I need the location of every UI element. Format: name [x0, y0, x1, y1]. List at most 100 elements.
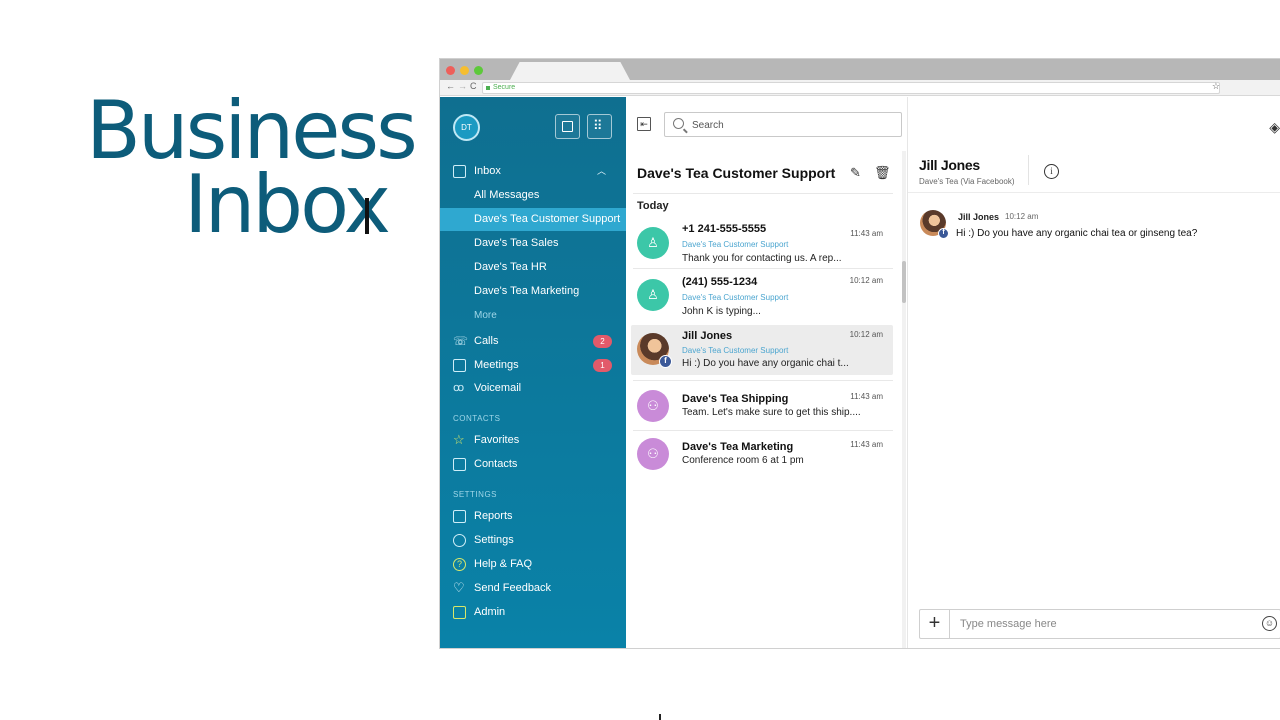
heart-icon: ♡: [453, 580, 465, 595]
sidebar-item-marketing[interactable]: Dave's Tea Marketing: [440, 280, 626, 303]
sidebar-item-admin[interactable]: Admin: [440, 601, 626, 624]
contact-source: Dave's Tea (Via Facebook): [919, 177, 1015, 186]
layers-icon[interactable]: ◈: [1269, 119, 1280, 136]
info-icon[interactable]: i: [1044, 164, 1059, 179]
conversation-item[interactable]: ⚇ Dave's Tea Marketing Conference room 6…: [631, 435, 893, 479]
contact-avatar-photo: f: [637, 333, 672, 368]
conversation-source: Dave's Tea Customer Support: [682, 240, 789, 249]
conversation-detail-pane: ◈ Jill Jones Dave's Tea (Via Facebook) i…: [907, 97, 1280, 648]
reload-icon[interactable]: C: [470, 81, 477, 91]
contacts-icon: [453, 458, 466, 471]
list-title: Dave's Tea Customer Support: [637, 165, 836, 181]
compose-button[interactable]: [555, 114, 580, 139]
sidebar-item-hr[interactable]: Dave's Tea HR: [440, 256, 626, 279]
sidebar-item-label: Send Feedback: [474, 582, 552, 594]
sidebar-item-label: Favorites: [474, 434, 520, 446]
compose-icon: [562, 121, 573, 132]
bookmark-star-icon[interactable]: ☆: [1212, 81, 1220, 92]
conversation-item[interactable]: ⚇ Dave's Tea Shipping Team. Let's make s…: [631, 387, 893, 431]
voicemail-icon: ꝏ: [453, 382, 465, 394]
sidebar-item-customer-support[interactable]: Dave's Tea Customer Support: [440, 208, 626, 231]
sidebar-item-label: All Messages: [474, 189, 540, 201]
forward-icon[interactable]: →: [458, 81, 467, 91]
sidebar-item-label: Contacts: [474, 458, 518, 470]
conversation-item[interactable]: ♙ (241) 555-1234 Dave's Tea Customer Sup…: [631, 271, 893, 321]
contact-avatar: ♙: [637, 227, 669, 259]
message-time: 10:12 am: [1005, 212, 1039, 221]
sidebar-item-feedback[interactable]: ♡ Send Feedback: [440, 577, 626, 600]
row-divider: [633, 430, 893, 431]
conversation-list-pane: ⇤ Dave's Tea Customer Support ✎ 🗑 Today …: [626, 97, 904, 648]
conversation-preview: Thank you for contacting us. A rep...: [682, 253, 842, 264]
browser-tab[interactable]: [510, 62, 630, 80]
header-divider: [1028, 155, 1029, 185]
scrollbar-thumb[interactable]: [902, 261, 906, 303]
lock-icon: [486, 86, 490, 90]
sidebar-item-label: Dave's Tea HR: [474, 261, 547, 273]
sidebar-item-inbox[interactable]: Inbox ︿: [440, 160, 626, 183]
admin-icon: [453, 606, 466, 619]
add-attachment-button[interactable]: +: [920, 610, 950, 638]
sidebar: DT ⠿ Inbox ︿ All Messages Dave's Tea Cus…: [440, 97, 626, 648]
conversation-name: Jill Jones: [682, 330, 733, 342]
search-box[interactable]: [664, 112, 902, 137]
grid-icon: ⠿: [593, 118, 603, 133]
settings-section-header: SETTINGS: [453, 490, 498, 499]
browser-window: ← → C Secure ☆ DT ⠿ Inbox ︿ All Messages…: [440, 59, 1280, 648]
sidebar-item-label: Dave's Tea Marketing: [474, 285, 580, 297]
conversation-item-selected[interactable]: f Jill Jones Dave's Tea Customer Support…: [631, 325, 893, 375]
sidebar-item-contacts[interactable]: Contacts: [440, 453, 626, 476]
address-bar[interactable]: Secure: [482, 82, 1220, 94]
message-avatar: f: [920, 210, 949, 239]
sidebar-item-label: Settings: [474, 534, 514, 546]
conversation-time: 10:12 am: [849, 276, 883, 285]
sidebar-item-voicemail[interactable]: ꝏ Voicemail: [440, 377, 626, 400]
sidebar-item-favorites[interactable]: ☆ Favorites: [440, 429, 626, 452]
sidebar-item-all-messages[interactable]: All Messages: [440, 184, 626, 207]
detail-header-divider: [908, 192, 1280, 193]
facebook-icon: f: [938, 228, 949, 239]
sidebar-item-label: Calls: [474, 335, 499, 347]
help-icon: ?: [453, 558, 466, 571]
browser-toolbar: ← → C Secure ☆: [440, 80, 1280, 96]
sidebar-item-label: Voicemail: [474, 382, 522, 394]
collapse-sidebar-icon[interactable]: ⇤: [637, 117, 651, 131]
group-icon: ⚇: [647, 446, 659, 461]
message-input[interactable]: [960, 616, 1240, 632]
contacts-section-header: CONTACTS: [453, 414, 501, 423]
search-input[interactable]: [692, 117, 892, 133]
emoji-icon[interactable]: ☺: [1262, 616, 1277, 631]
close-window-icon[interactable]: [446, 66, 455, 75]
message-text: Hi :) Do you have any organic chai tea o…: [956, 228, 1198, 239]
conversation-item[interactable]: ♙ +1 241-555-5555 Dave's Tea Customer Su…: [631, 218, 893, 268]
apps-grid-button[interactable]: ⠿: [587, 114, 612, 139]
star-icon: ☆: [453, 432, 465, 447]
conversation-preview: Team. Let's make sure to get this ship..…: [682, 407, 861, 418]
sidebar-item-more[interactable]: More: [440, 304, 626, 327]
trash-icon[interactable]: 🗑: [874, 165, 891, 180]
phone-icon: ☏: [453, 334, 469, 348]
sidebar-item-label: More: [474, 310, 497, 321]
person-icon: ♙: [647, 287, 659, 302]
inbox-icon: [453, 165, 466, 178]
meetings-badge: 1: [593, 359, 612, 372]
message-sender: Jill Jones: [958, 212, 1000, 222]
conversation-preview: John K is typing...: [682, 306, 761, 317]
sidebar-item-reports[interactable]: Reports: [440, 505, 626, 528]
list-scrollbar[interactable]: [902, 151, 906, 648]
sidebar-item-meetings[interactable]: Meetings 1: [440, 354, 626, 377]
sidebar-item-calls[interactable]: ☏ Calls 2: [440, 330, 626, 353]
maximize-window-icon[interactable]: [474, 66, 483, 75]
sidebar-item-sales[interactable]: Dave's Tea Sales: [440, 232, 626, 255]
sidebar-item-settings[interactable]: Settings: [440, 529, 626, 552]
user-avatar[interactable]: DT: [453, 114, 480, 141]
facebook-icon: f: [659, 355, 672, 368]
conversation-name: Dave's Tea Marketing: [682, 441, 794, 453]
browser-tabstrip: [440, 59, 1280, 80]
sidebar-item-help[interactable]: ? Help & FAQ: [440, 553, 626, 576]
edit-icon[interactable]: ✎: [848, 165, 863, 180]
minimize-window-icon[interactable]: [460, 66, 469, 75]
back-icon[interactable]: ←: [446, 81, 455, 91]
chevron-up-icon[interactable]: ︿: [597, 160, 606, 183]
meetings-icon: [453, 359, 466, 372]
